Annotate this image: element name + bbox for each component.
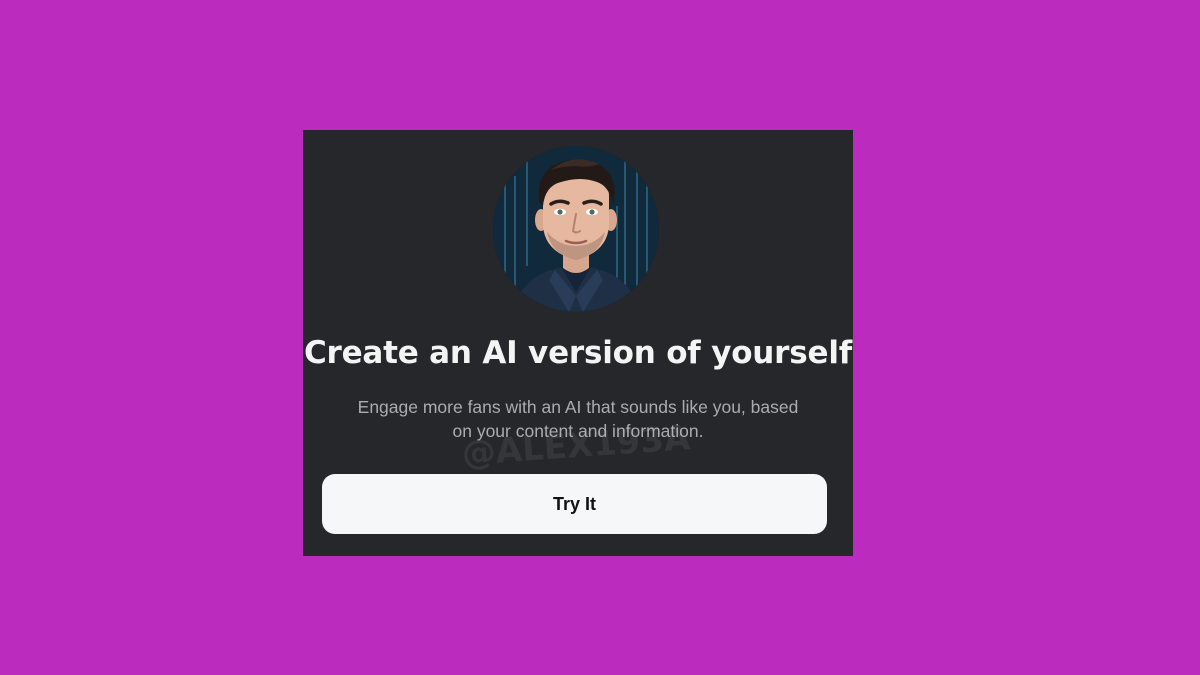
- card-description: Engage more fans with an AI that sounds …: [303, 395, 853, 443]
- card-description-line-1: Engage more fans with an AI that sounds …: [357, 397, 799, 417]
- card-description-line-2: on your content and information.: [452, 421, 704, 441]
- try-it-button[interactable]: Try It: [322, 474, 827, 534]
- avatar: [493, 146, 659, 312]
- card-title: Create an AI version of yourself: [303, 335, 853, 371]
- ai-creation-card: Create an AI version of yourself Engage …: [303, 130, 853, 556]
- cartoon-portrait-avatar-icon: [493, 146, 659, 312]
